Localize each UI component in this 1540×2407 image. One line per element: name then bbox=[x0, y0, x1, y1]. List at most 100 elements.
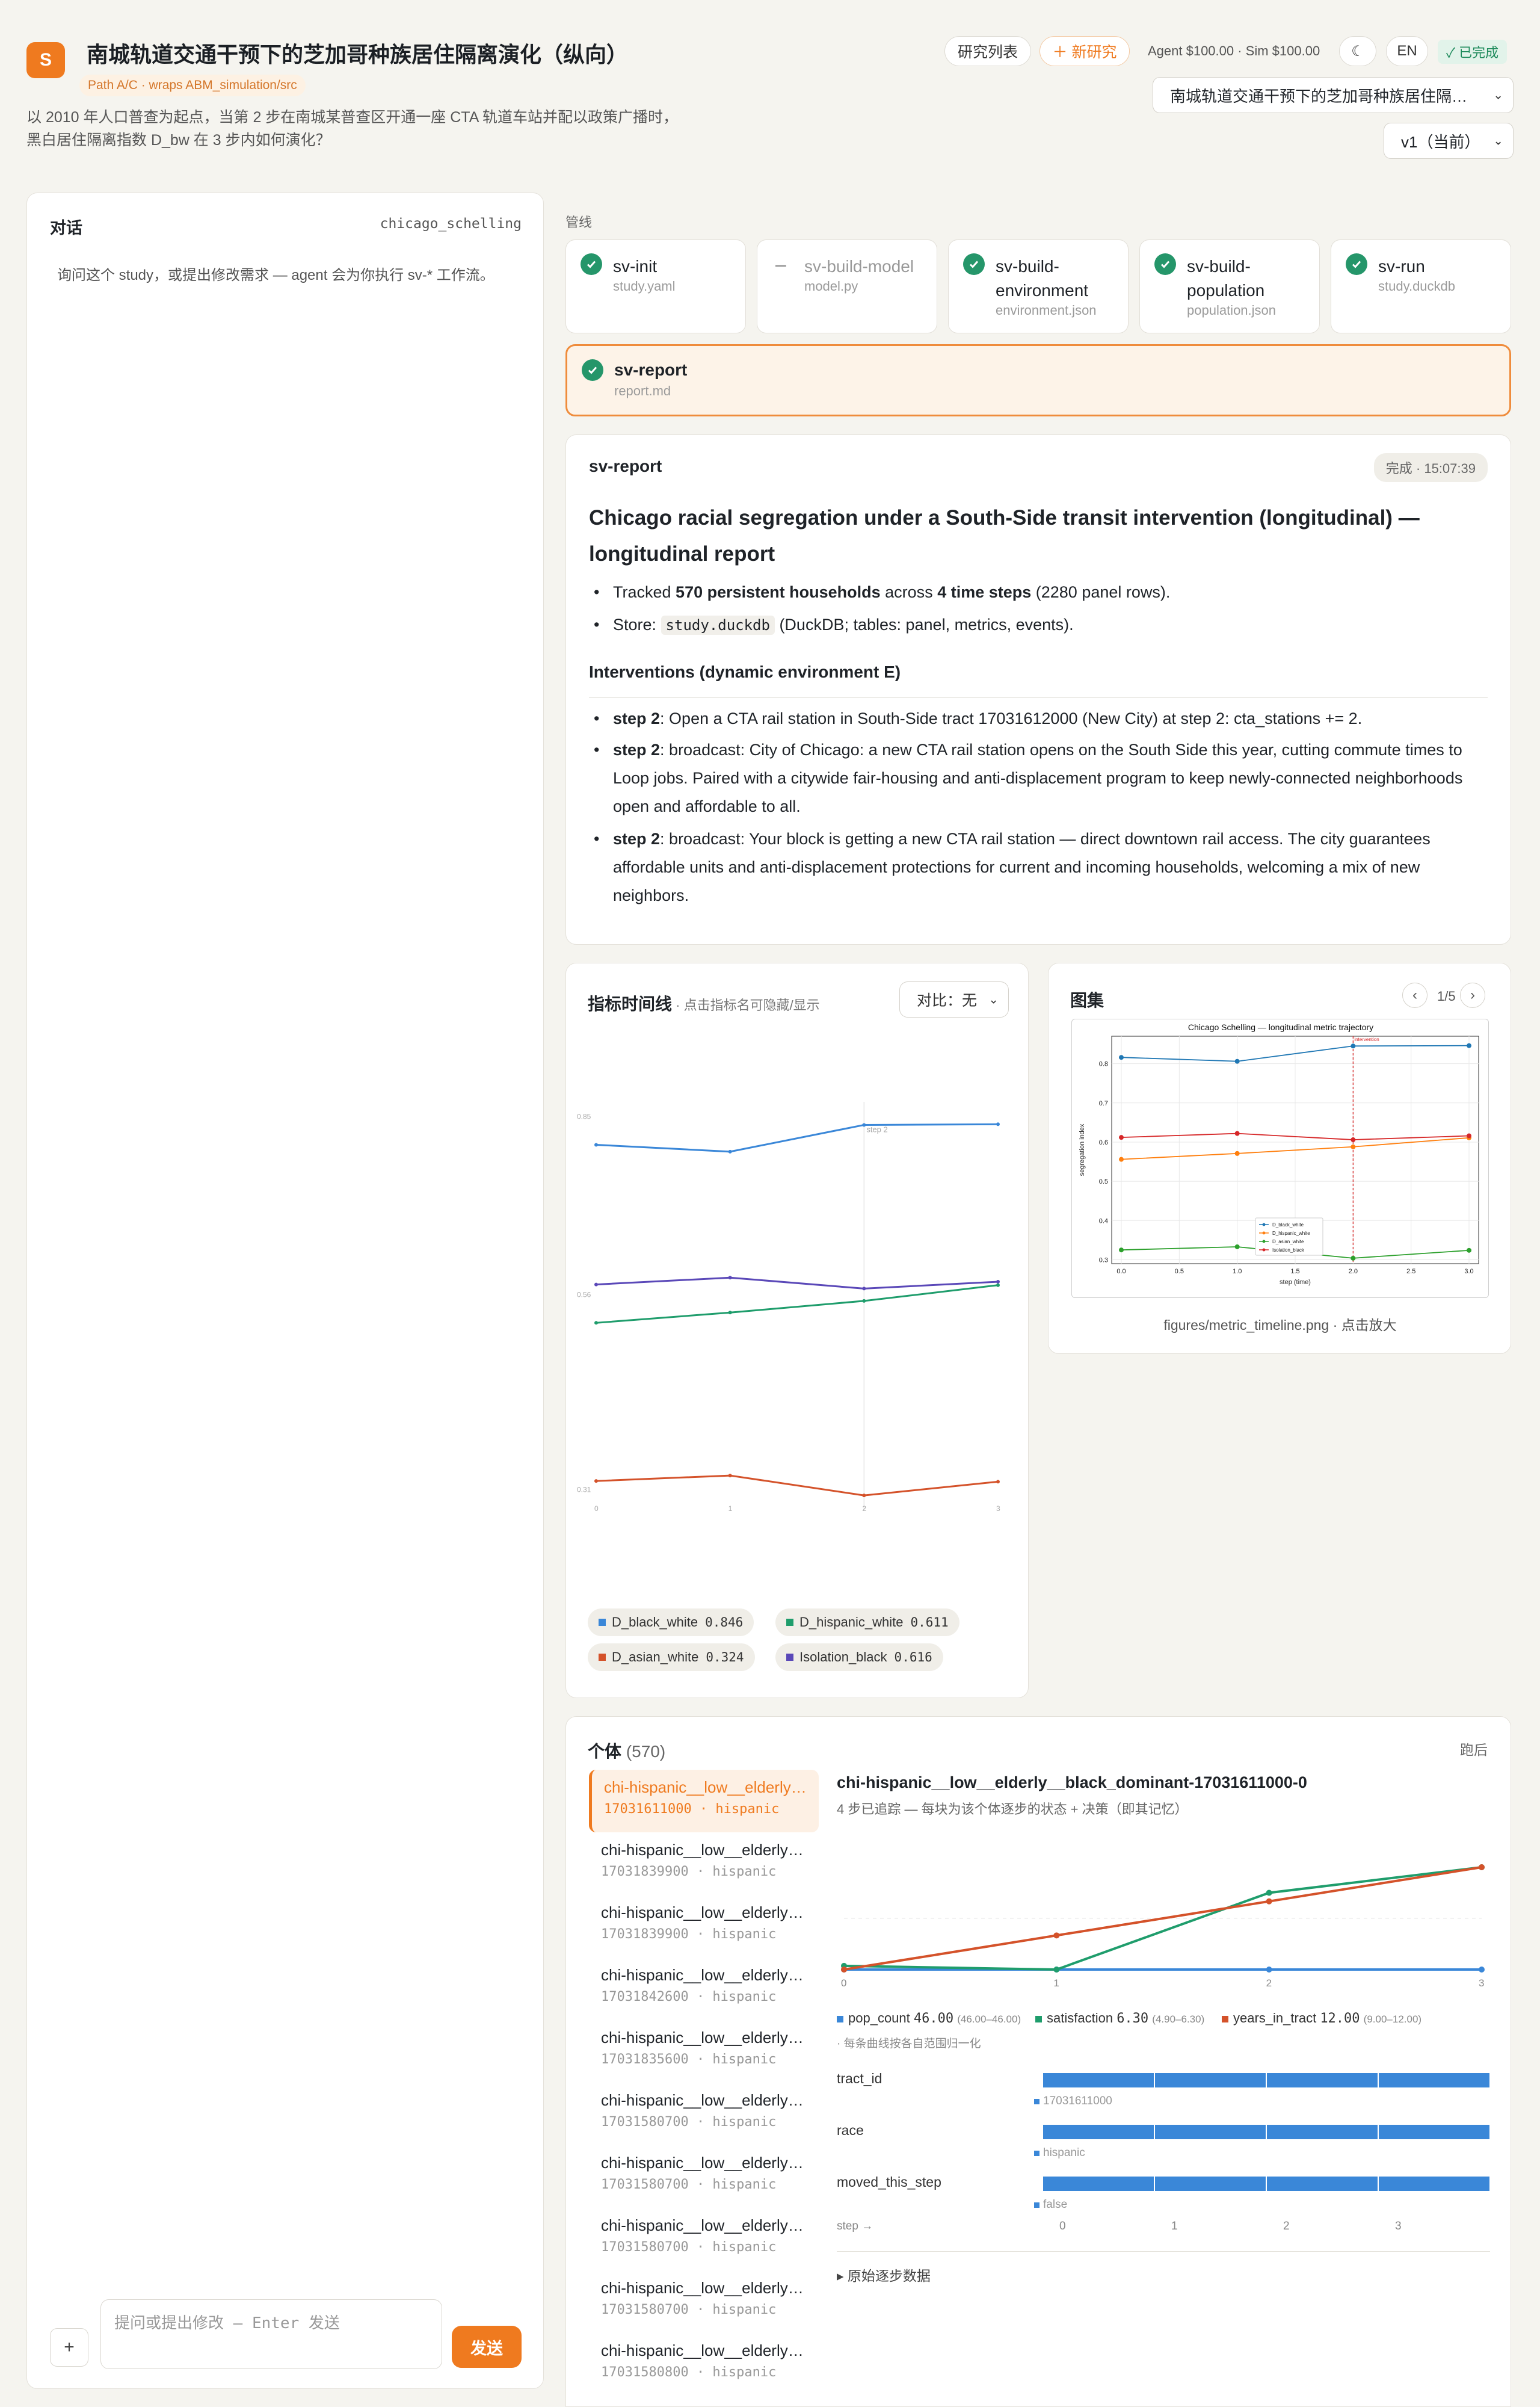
data-point bbox=[1351, 1137, 1356, 1143]
intervention-label: intervention bbox=[1354, 1037, 1379, 1042]
individual-list-item[interactable]: chi-hispanic__low__elderly__black_domina… bbox=[589, 2083, 819, 2145]
x-tick-label: 0.0 bbox=[1116, 1268, 1126, 1275]
path-badge: Path A/C · wraps ABM_simulation/src bbox=[79, 75, 306, 96]
study-list-button[interactable]: 研究列表 bbox=[944, 36, 1031, 66]
app-header: S 南城轨道交通干预下的芝加哥种族居住隔离演化（纵向） Path A/C · w… bbox=[0, 0, 1540, 181]
individual-list-item[interactable]: chi-hispanic__low__elderly__black_domina… bbox=[589, 1770, 819, 1832]
data-point bbox=[1266, 1967, 1272, 1973]
data-point bbox=[1479, 1864, 1485, 1870]
legend-years-in-tract[interactable]: years_in_tract 12.00 (9.00–12.00) bbox=[1222, 2010, 1421, 2026]
compare-select-value: 对比：无 bbox=[917, 992, 978, 1009]
data-point bbox=[841, 1967, 847, 1973]
legend-isolation-black[interactable]: Isolation_black 0.616 bbox=[775, 1643, 943, 1671]
data-point bbox=[862, 1494, 866, 1498]
gallery-panel: 图集 ‹ 1/5 › Chicago Schelling — longitudi… bbox=[1048, 963, 1511, 1354]
x-tick-label: 1 bbox=[728, 1504, 733, 1513]
y-axis-label: segregation index bbox=[1079, 1123, 1086, 1176]
categorical-bar bbox=[1043, 2177, 1489, 2191]
send-button[interactable]: 发送 bbox=[452, 2326, 522, 2368]
legend-label: D_hispanic_white bbox=[1272, 1231, 1310, 1236]
legend-d-asian-white[interactable]: D_asian_white 0.324 bbox=[588, 1643, 755, 1671]
x-tick-label: 3 bbox=[1479, 1977, 1484, 1989]
stage-sv-report[interactable]: sv-report report.md bbox=[565, 344, 1511, 416]
attach-button[interactable]: + bbox=[50, 2328, 88, 2367]
stage-sv-build-model[interactable]: – sv-build-model model.py bbox=[757, 239, 937, 333]
individual-list-item[interactable]: chi-hispanic__low__elderly__black_domina… bbox=[589, 2208, 819, 2270]
x-tick-label: 2 bbox=[1266, 1977, 1272, 1989]
individual-list-item[interactable]: chi-hispanic__low__elderly__black_domina… bbox=[589, 2020, 819, 2083]
legend-d-black-white[interactable]: D_black_white 0.846 bbox=[588, 1608, 754, 1636]
new-study-button[interactable]: ＋ 新研究 bbox=[1040, 36, 1130, 66]
intervention-marker-label: step 2 bbox=[866, 1125, 887, 1134]
legend-label: D_black_white bbox=[1272, 1222, 1304, 1228]
data-point bbox=[1234, 1058, 1240, 1064]
check-icon bbox=[581, 253, 602, 275]
individual-list-item[interactable]: chi-hispanic__low__elderly__black_domina… bbox=[589, 1957, 819, 2020]
gallery-figure[interactable]: Chicago Schelling — longitudinal metric … bbox=[1071, 1019, 1489, 1298]
legend-label: D_asian_white bbox=[1272, 1239, 1304, 1244]
metrics-chart: step 2 0.85 0.56 0.31 0 1 2 3 bbox=[577, 1102, 1000, 1513]
x-tick-label: 1 bbox=[1053, 1977, 1059, 1989]
individual-list-item[interactable]: chi-hispanic__low__elderly__black_domina… bbox=[589, 1895, 819, 1957]
metrics-timeline-panel: 指标时间线 · 点击指标名可隐藏/显示 对比：无 ⌄ step 2 0.85 0.56… bbox=[565, 963, 1029, 1698]
intervention-item: • step 2: Open a CTA rail station in Sout… bbox=[594, 709, 1363, 728]
report-bullet: • Tracked 570 persistent households acro… bbox=[594, 583, 1171, 601]
data-point bbox=[996, 1122, 1000, 1126]
categorical-label: moved_this_step bbox=[837, 2174, 941, 2190]
y-tick-label: 0.4 bbox=[1099, 1217, 1108, 1225]
language-toggle-button[interactable]: EN bbox=[1386, 36, 1428, 66]
figure-title: Chicago Schelling — longitudinal metric … bbox=[1188, 1022, 1373, 1032]
gallery-prev-button[interactable]: ‹ bbox=[1402, 983, 1428, 1008]
raw-data-toggle[interactable]: ▸ 原始逐步数据 bbox=[837, 2264, 931, 2285]
app-logo: S bbox=[26, 42, 65, 78]
x-tick-label: 2.0 bbox=[1349, 1268, 1358, 1275]
data-point bbox=[1467, 1247, 1471, 1253]
stage-sv-build-population[interactable]: sv-build-population population.json bbox=[1139, 239, 1320, 333]
data-point bbox=[1266, 1898, 1272, 1905]
data-point bbox=[594, 1321, 598, 1325]
skipped-icon: – bbox=[775, 253, 786, 275]
stage-sv-init[interactable]: sv-init study.yaml bbox=[565, 239, 746, 333]
legend-label: Isolation_black bbox=[1272, 1247, 1305, 1253]
stage-file: population.json bbox=[1187, 303, 1277, 318]
individual-list-item[interactable]: chi-hispanic__low__elderly__black_domina… bbox=[589, 2270, 819, 2333]
legend-d-hispanic-white[interactable]: D_hispanic_white 0.611 bbox=[775, 1608, 959, 1636]
series-line-D_asian_white bbox=[596, 1474, 999, 1497]
pipeline-label: 管线 bbox=[565, 215, 593, 230]
chat-input[interactable]: 提问或提出修改 — Enter 发送 bbox=[100, 2299, 442, 2369]
categorical-value: 17031611000 bbox=[1034, 2095, 1112, 2108]
compare-select[interactable]: 对比：无 ⌄ bbox=[899, 981, 1009, 1018]
gallery-next-button[interactable]: › bbox=[1460, 983, 1485, 1008]
data-point bbox=[1467, 1043, 1471, 1048]
series-line-D_hispanic_white bbox=[596, 1284, 999, 1324]
data-point bbox=[996, 1280, 1000, 1284]
study-select[interactable]: 南城轨道交通干预下的芝加哥种族居住隔… ⌄ bbox=[1153, 77, 1514, 113]
individual-list-item[interactable]: chi-hispanic__low__elderly__black_domina… bbox=[589, 2145, 819, 2208]
stage-sv-run[interactable]: sv-run study.duckdb bbox=[1331, 239, 1511, 333]
data-point bbox=[594, 1282, 598, 1287]
y-tick-label: 0.7 bbox=[1099, 1100, 1108, 1107]
study-id: chicago_schelling bbox=[380, 216, 522, 232]
normalization-note: · 每条曲线按各自范围归一化 bbox=[837, 2038, 981, 2050]
individual-list-item[interactable]: chi-hispanic__low__elderly__black_domina… bbox=[589, 1832, 819, 1895]
stage-sv-build-environment[interactable]: sv-build-environment environment.json bbox=[948, 239, 1129, 333]
data-point bbox=[996, 1283, 1000, 1287]
legend-satisfaction[interactable]: satisfaction 6.30 (4.90–6.30) bbox=[1035, 2010, 1204, 2026]
chevron-down-icon: ⌄ bbox=[1493, 134, 1503, 148]
data-point bbox=[1119, 1157, 1124, 1162]
individual-list-item[interactable]: chi-hispanic__low__elderly__black_domina… bbox=[589, 2333, 819, 2396]
individual-detail-title: chi-hispanic__low__elderly__black_domina… bbox=[837, 1773, 1307, 1791]
figure-caption: figures/metric_timeline.png · 点击放大 bbox=[1163, 1317, 1397, 1333]
legend-pop-count[interactable]: pop_count 46.00 (46.00–46.00) bbox=[837, 2010, 1021, 2026]
categorical-label: tract_id bbox=[837, 2071, 882, 2086]
data-point bbox=[862, 1287, 866, 1291]
stage-name: sv-run bbox=[1378, 257, 1425, 276]
theme-toggle-icon[interactable]: ☾ bbox=[1339, 36, 1376, 66]
data-point bbox=[1351, 1144, 1356, 1149]
stage-name: sv-report bbox=[614, 360, 688, 379]
metrics-title: 指标时间线 · 点击指标名可隐藏/显示 bbox=[588, 995, 820, 1013]
chat-hint: 询问这个 study，或提出修改需求 — agent 会为你执行 sv-* 工作… bbox=[57, 267, 494, 283]
categorical-bar bbox=[1043, 2073, 1489, 2087]
data-point bbox=[1053, 1932, 1060, 1939]
version-select[interactable]: v1（当前） ⌄ bbox=[1384, 123, 1514, 159]
